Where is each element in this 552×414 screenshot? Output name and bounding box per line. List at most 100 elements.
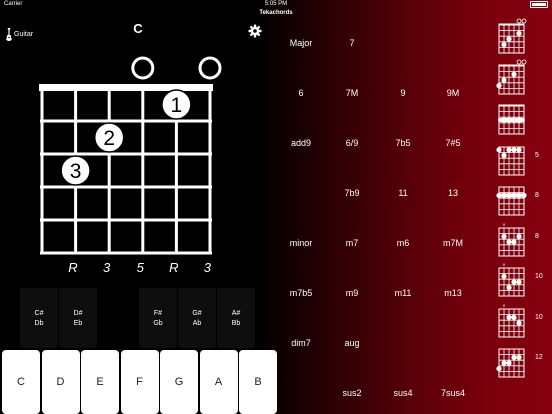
black-key-sharp-label: A#: [231, 310, 241, 317]
chord-type-option[interactable]: 13: [421, 188, 485, 198]
mini-fret-label: 10: [535, 273, 543, 280]
interval-labels: R 3 5 R 3: [40, 260, 220, 276]
chord-variation-thumbnail[interactable]: [490, 59, 552, 97]
mini-finger-dot: [506, 238, 512, 245]
mini-open-marker: [516, 18, 522, 24]
mini-muted-marker: ×: [503, 263, 506, 269]
black-key-flat-label: Gb: [153, 320, 163, 327]
chord-type-option[interactable]: 9M: [421, 88, 485, 98]
black-key[interactable]: G# Ab: [178, 288, 216, 348]
white-key[interactable]: E: [81, 350, 119, 414]
chord-type-option[interactable]: 7#5: [421, 138, 485, 148]
mini-finger-dot: [516, 30, 522, 36]
black-key[interactable]: F# Gb: [139, 288, 177, 348]
chord-variation-thumbnail[interactable]: [490, 18, 552, 56]
mini-chord-diagram: [496, 348, 525, 378]
mini-finger-dot: [501, 152, 507, 158]
mini-finger-dot: [516, 117, 522, 123]
mini-fret-label: 5: [535, 151, 539, 159]
instrument-label: Guitar: [14, 31, 34, 38]
black-key-sharp-label: C#: [34, 310, 44, 317]
gear-icon[interactable]: [248, 24, 262, 38]
mini-finger-dot: [516, 192, 522, 198]
finger-number: 3: [70, 160, 82, 183]
white-key[interactable]: A: [199, 350, 238, 414]
chord-type-option[interactable]: m7M: [421, 238, 485, 248]
instrument-selector[interactable]: Guitar: [6, 28, 33, 41]
chord-type-option[interactable]: m13: [421, 288, 485, 298]
mini-finger-dot: [506, 314, 512, 320]
mini-finger-dot: [501, 192, 507, 198]
chord-type-option[interactable]: 7sus4: [421, 388, 485, 398]
chord-type-option[interactable]: 7: [320, 38, 384, 48]
white-key[interactable]: D: [41, 350, 80, 414]
chord-name: C: [133, 21, 143, 36]
mini-finger-dot: [511, 238, 517, 245]
mini-finger-dot: [516, 279, 522, 285]
mini-finger-dot: [516, 146, 522, 152]
mini-open-marker: [521, 59, 527, 64]
open-string-marker: [131, 56, 155, 80]
mini-chord-diagram: [498, 18, 527, 54]
app-title: Tekachords: [259, 10, 293, 16]
mini-chord-diagram: [496, 59, 527, 94]
mini-finger-dot: [501, 117, 507, 123]
interval-label: 3: [102, 260, 111, 275]
mini-finger-dot: [501, 76, 507, 83]
status-bar: Carrier 5:05 PM: [0, 0, 552, 10]
mini-finger-dot: [511, 117, 517, 123]
nut: [39, 84, 213, 91]
guitar-icon: [6, 28, 12, 41]
mini-finger-dot: [511, 314, 517, 320]
mini-finger-dot: [501, 360, 507, 366]
mini-open-marker: [516, 59, 522, 64]
chord-variation-thumbnail[interactable]: × 10: [490, 261, 552, 299]
black-key[interactable]: C# Db: [20, 288, 58, 348]
mini-finger-dot: [506, 36, 512, 42]
mini-fret-label: 8: [535, 232, 539, 240]
mini-chord-diagram: ×: [498, 303, 525, 337]
black-key-sharp-label: D#: [73, 310, 83, 317]
mini-finger-dot: [506, 117, 512, 123]
finger-number: 2: [103, 127, 115, 150]
black-key[interactable]: A# Bb: [217, 288, 255, 348]
black-key[interactable]: D# Eb: [59, 288, 97, 348]
mini-chord-diagram: [498, 104, 525, 135]
mini-finger-dot: [496, 82, 502, 88]
mini-open-marker: [521, 18, 527, 24]
mini-chord-diagram: ×: [498, 263, 525, 297]
finger-number: 1: [171, 94, 183, 117]
chord-variation-thumbnail[interactable]: 12: [490, 342, 552, 380]
mini-fretboard: [498, 186, 525, 216]
mini-finger-dot: [506, 192, 512, 198]
chord-variation-thumbnail[interactable]: × 10: [490, 302, 552, 340]
chord-type-option[interactable]: aug: [320, 338, 384, 348]
piano-keyboard: C# Db D# Eb F# Gb G# Ab A# Bb C D E F G A B: [0, 288, 280, 414]
status-time: 5:05 PM: [264, 1, 288, 7]
mini-muted-marker: ×: [503, 222, 506, 228]
mini-finger-dot: [511, 146, 517, 152]
mini-chord-diagram: ×: [498, 222, 525, 256]
black-key-flat-label: Bb: [231, 320, 241, 327]
interval-label: R: [68, 260, 78, 275]
mini-nut: [498, 64, 525, 66]
mini-fret-label: 10: [535, 313, 543, 321]
mini-finger-dot: [511, 279, 517, 285]
mini-chord-diagram: [496, 146, 525, 175]
mini-finger-dot: [501, 233, 507, 239]
mini-finger-dot: [501, 273, 507, 279]
mini-finger-dot: [496, 366, 502, 372]
white-key[interactable]: G: [160, 350, 198, 414]
mini-fret-label: 8: [535, 192, 539, 199]
mini-finger-dot: [506, 146, 512, 152]
mini-fret-label: 12: [535, 354, 543, 361]
chord-variation-thumbnail[interactable]: 5: [490, 140, 552, 178]
chord-variation-thumbnail[interactable]: 8: [490, 180, 552, 218]
chord-variation-thumbnail[interactable]: [490, 99, 552, 137]
interval-label: 5: [136, 260, 144, 275]
mini-finger-dot: [521, 192, 527, 198]
mini-finger-dot: [511, 192, 517, 198]
chord-variation-thumbnail[interactable]: × 8: [490, 221, 552, 259]
white-key[interactable]: F: [120, 350, 159, 414]
white-key[interactable]: C: [2, 350, 40, 414]
